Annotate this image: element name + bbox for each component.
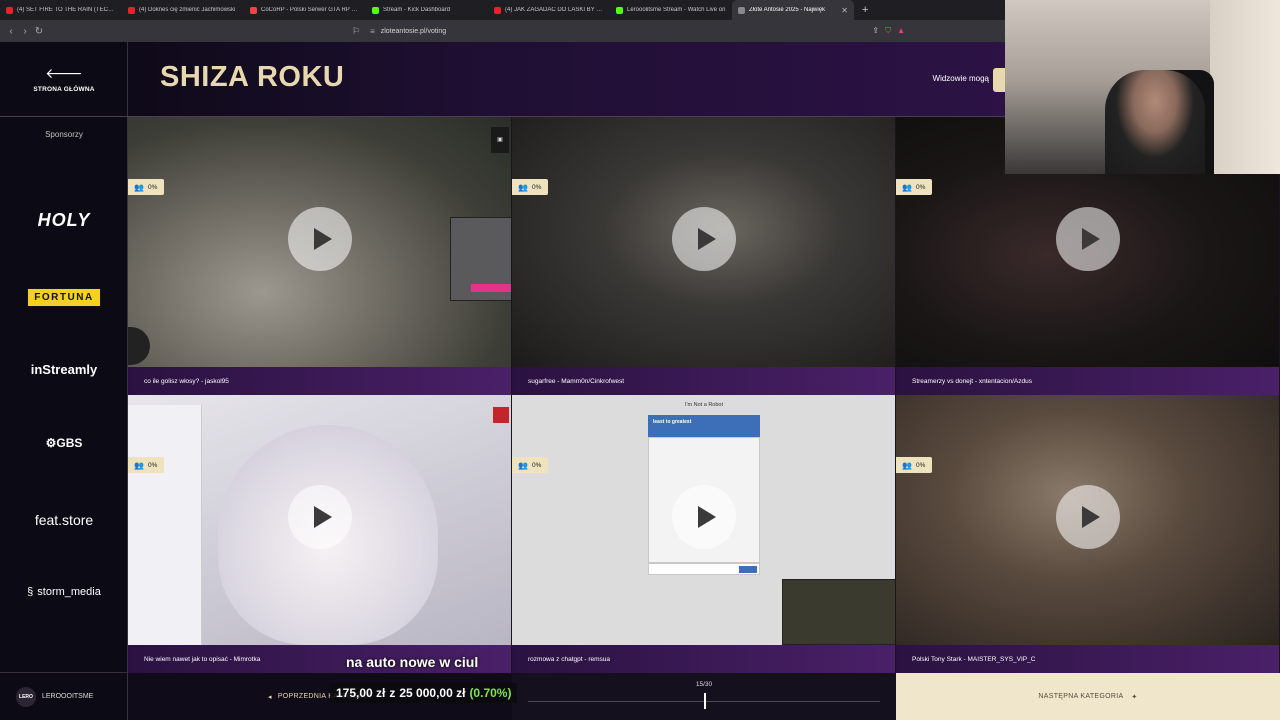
share-icon[interactable]: ⇪ (872, 26, 879, 36)
game-hud-icon: ▣ (491, 127, 509, 153)
extensions: ⇪ ⛉ ▲ (872, 26, 905, 36)
viewers-info: Widzowie mogą (932, 74, 989, 83)
play-button[interactable] (288, 207, 352, 271)
youtube-icon (6, 6, 13, 14)
streamer-webcam (1005, 0, 1280, 174)
people-icon: 👥 (134, 182, 144, 192)
back-icon[interactable]: ‹ (4, 26, 18, 37)
people-icon: 👥 (902, 182, 912, 192)
people-icon: 👥 (518, 182, 528, 192)
people-icon: 👥 (518, 460, 528, 470)
category-header: SHIZA ROKU Widzowie mogą (128, 42, 1005, 117)
brave-shield-icon[interactable]: ⛉ (885, 26, 891, 36)
sponsor-fortuna-logo[interactable]: FORTUNA (0, 288, 128, 307)
play-button[interactable] (672, 485, 736, 549)
nominee-card[interactable]: ▣ 👥 0% co ile golisz włosy? - jaskol95 (128, 117, 512, 395)
donation-goal: 175,00 zł z 25 000,00 zł (0.70%) (330, 683, 518, 703)
bookmark-icon[interactable]: ⚐ (352, 26, 360, 37)
play-button[interactable] (1056, 485, 1120, 549)
tab-bar: (4) SET FIRE TO THE RAIN (TECHNO) (4) Do… (0, 0, 1005, 20)
play-button[interactable] (1056, 207, 1120, 271)
site-icon (250, 6, 257, 14)
vote-percent-badge: 👥 0% (128, 179, 165, 195)
viewers-toggle-button[interactable] (993, 68, 1005, 92)
nominee-card[interactable]: 👥 0% Nie wiem nawet jak to opisać - Mimro… (128, 395, 512, 673)
streamer-cam (782, 579, 895, 645)
kick-icon (616, 6, 623, 14)
nominee-caption: co ile golisz włosy? - jaskol95 (128, 367, 511, 395)
nominee-card[interactable]: 👥 0% Polski Tony Stark - MAISTER_SYS_VIP_… (896, 395, 1280, 673)
browser-tab[interactable]: (4) SET FIRE TO THE RAIN (TECHNO) (0, 0, 122, 20)
nominee-card[interactable]: 👥 0% sugarfree - Mamm0n/Cinkrofwest (512, 117, 896, 395)
home-link[interactable]: 🡐 STRONA GŁÓWNA (0, 42, 128, 117)
forward-icon[interactable]: › (18, 26, 32, 37)
close-tab-icon[interactable]: ✕ (841, 6, 848, 15)
category-title: SHIZA ROKU (160, 61, 345, 93)
browser-tab[interactable]: (4) JAK ZAGADAĆ DO LASKI BY ZGR (488, 0, 610, 20)
stream-overlay-text: na auto nowe w ciul (346, 654, 479, 670)
nominee-caption: Polski Tony Stark - MAISTER_SYS_VIP_C (896, 645, 1279, 673)
stream-icon (493, 407, 509, 423)
sponsor-gbs-logo[interactable]: ⚙ GBS (0, 436, 128, 450)
browser-tab-active[interactable]: Złote Antosie 2025 - Najwięk ✕ (732, 0, 854, 20)
vote-percent-badge: 👥 0% (896, 457, 933, 473)
category-footer: ◂ POPRZEDNIA KATEGORIA 15/30 NASTĘPNA KA… (128, 673, 1280, 720)
new-tab-button[interactable]: + (854, 4, 876, 16)
site-icon (738, 6, 745, 14)
vote-percent-badge: 👥 0% (896, 179, 933, 195)
nominee-caption: sugarfree - Mamm0n/Cinkrofwest (512, 367, 895, 395)
sponsor-feat-logo[interactable]: feat.store (0, 512, 128, 528)
arrow-right-icon: ✦ (1131, 693, 1138, 701)
home-label: STRONA GŁÓWNA (33, 85, 95, 93)
youtube-icon (128, 6, 135, 14)
sponsors-title: Sponsorzy (45, 130, 83, 139)
url-field[interactable]: ⚐ ≡ zloteantosie.pl/voting (352, 23, 912, 39)
streamer-cam (450, 217, 511, 301)
youtube-icon (494, 6, 501, 14)
progress-counter: 15/30 (695, 681, 713, 688)
gear-icon: ⚙ (45, 436, 57, 450)
sidebar: 🡐 STRONA GŁÓWNA Sponsorzy HOLY FORTUNA i… (0, 42, 128, 720)
storm-icon: § (27, 586, 34, 598)
site-settings-icon[interactable]: ≡ (370, 27, 375, 36)
arrow-left-icon: ◂ (268, 693, 272, 701)
play-button[interactable] (288, 485, 352, 549)
browser-tab[interactable]: (4) Doknes cię zmienić Jachimowski (122, 0, 244, 20)
sponsor-storm-logo[interactable]: § storm_media (0, 586, 128, 598)
browser-tab[interactable]: CoCoRP - Polski Serwer GTA RP White (244, 0, 366, 20)
sponsor-holy-logo[interactable]: HOLY (0, 210, 128, 231)
vote-percent-badge: 👥 0% (512, 457, 549, 473)
address-bar: ‹ › ↻ ⚐ ≡ zloteantosie.pl/voting ⇪ ⛉ ▲ (0, 20, 1005, 42)
people-icon: 👥 (134, 460, 144, 470)
username: LEROOOITSME (42, 693, 94, 700)
nominee-card[interactable]: I'm Not a Robot least to greatest 👥 0% ro… (512, 395, 896, 673)
url-text: zloteantosie.pl/voting (380, 27, 447, 35)
user-profile[interactable]: LERO LEROOOITSME (0, 672, 128, 720)
vote-percent-badge: 👥 0% (512, 179, 549, 195)
avatar: LERO (16, 686, 36, 707)
ball-graphic (128, 327, 150, 365)
streamer (1105, 70, 1205, 174)
chat-panel (128, 405, 202, 645)
arrow-left-icon: 🡐 (45, 64, 83, 81)
next-category-button[interactable]: NASTĘPNA KATEGORIA ✦ (896, 673, 1280, 720)
nominee-grid: ▣ 👥 0% co ile golisz włosy? - jaskol95 👥 0… (128, 117, 1280, 673)
category-progress: 15/30 (512, 673, 896, 720)
progress-marker (704, 693, 706, 709)
rewards-icon[interactable]: ▲ (897, 26, 905, 36)
browser-tab[interactable]: Lerooolitsme Stream - Watch Live on (610, 0, 732, 20)
captcha-instruction: least to greatest (648, 415, 760, 437)
sponsor-instreamly-logo[interactable]: inStreamly (0, 362, 128, 377)
nominee-caption: Streamerzy vs donejt - xntentacion/Azdus (896, 367, 1279, 395)
captcha-footer (648, 563, 760, 575)
browser-tab[interactable]: Stream - Kick Dashboard (366, 0, 488, 20)
vote-percent-badge: 👥 0% (128, 457, 165, 473)
people-icon: 👥 (902, 460, 912, 470)
kick-icon (372, 6, 379, 14)
nominee-caption: rozmowa z chatgpt - remsua (512, 645, 895, 673)
reload-icon[interactable]: ↻ (32, 26, 46, 37)
play-button[interactable] (672, 207, 736, 271)
